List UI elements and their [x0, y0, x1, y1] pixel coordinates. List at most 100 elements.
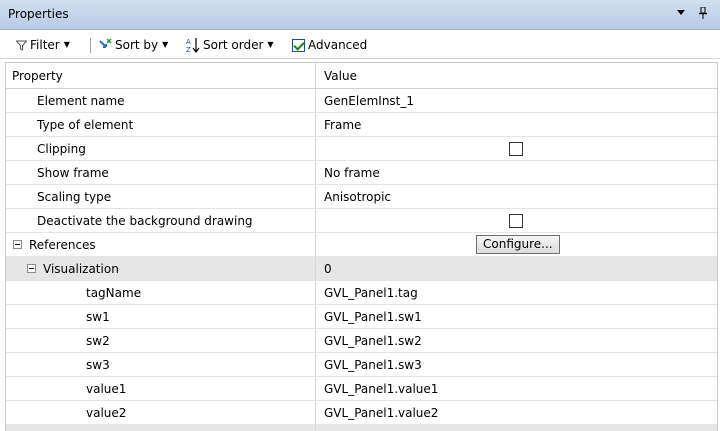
property-name-cell[interactable]: tagName: [6, 281, 316, 304]
property-name-cell[interactable]: sw1: [6, 305, 316, 328]
pushpin-icon: [699, 6, 707, 19]
property-name: tagName: [86, 285, 142, 300]
property-row[interactable]: sw2 GVL_Panel1.sw2: [6, 329, 717, 353]
chevron-down-icon: ▼: [162, 40, 169, 49]
panel-title: Properties: [8, 7, 69, 21]
property-row[interactable]: Visualization 0: [6, 257, 717, 281]
property-name: sw2: [86, 333, 110, 348]
property-value-cell[interactable]: GVL_Panel1.value2: [316, 401, 717, 424]
sort-order-dropdown-button[interactable]: A Z Sort order ▼: [186, 37, 274, 53]
property-value-cell[interactable]: GVL_Panel1.sw1: [316, 305, 717, 328]
property-value: Anisotropic: [324, 189, 392, 204]
property-value: GVL_Panel1.value2: [324, 405, 439, 420]
property-value-cell[interactable]: Frame: [316, 113, 717, 136]
property-column-label: Property: [12, 68, 63, 83]
property-value-cell[interactable]: GenElemInst_1: [316, 89, 717, 112]
sort-order-label: Sort order: [203, 38, 264, 52]
property-name: Deactivate the background drawing: [37, 213, 253, 228]
property-value-cell[interactable]: 0: [316, 257, 717, 280]
property-row[interactable]: Type of element Frame: [6, 113, 717, 137]
collapse-toggle-icon[interactable]: [13, 240, 22, 249]
window-position-dropdown-button[interactable]: [674, 7, 688, 21]
property-value-cell[interactable]: [316, 209, 717, 232]
property-name: sw3: [86, 357, 110, 372]
collapse-toggle-icon[interactable]: [27, 264, 36, 273]
property-name: sw1: [86, 309, 110, 324]
property-row[interactable]: sw3 GVL_Panel1.sw3: [6, 353, 717, 377]
property-name: Scaling type: [37, 189, 112, 204]
property-name: Element name: [37, 93, 125, 108]
property-value: GVL_Panel1.tag: [324, 285, 418, 300]
property-name-cell[interactable]: Type of element: [6, 113, 316, 136]
property-name-cell[interactable]: Deactivate the background drawing: [6, 209, 316, 232]
property-name: Type of element: [37, 117, 134, 132]
property-name-cell[interactable]: Position: [6, 425, 316, 431]
filter-dropdown-button[interactable]: Filter ▼: [16, 37, 70, 53]
property-name-cell[interactable]: value2: [6, 401, 316, 424]
property-name-cell[interactable]: References: [6, 233, 316, 256]
svg-text:Z: Z: [186, 46, 191, 53]
property-name-cell[interactable]: Show frame: [6, 161, 316, 184]
property-row[interactable]: value2 GVL_Panel1.value2: [6, 401, 717, 425]
property-value: No frame: [324, 165, 380, 180]
advanced-label: Advanced: [308, 38, 368, 52]
property-name-cell[interactable]: sw3: [6, 353, 316, 376]
funnel-icon: [16, 40, 27, 51]
property-value-cell[interactable]: Configure...: [316, 233, 717, 256]
property-row[interactable]: Element name GenElemInst_1: [6, 89, 717, 113]
property-value-cell[interactable]: [316, 137, 717, 160]
property-value-cell[interactable]: [316, 425, 717, 431]
value-column-header[interactable]: Value: [316, 63, 717, 88]
property-name: Clipping: [37, 141, 86, 156]
property-value-cell[interactable]: No frame: [316, 161, 717, 184]
value-checkbox[interactable]: [509, 214, 523, 228]
sort-by-label: Sort by: [115, 38, 159, 52]
property-row[interactable]: tagName GVL_Panel1.tag: [6, 281, 717, 305]
property-value-cell[interactable]: GVL_Panel1.tag: [316, 281, 717, 304]
svg-text:A: A: [186, 38, 191, 46]
property-name-cell[interactable]: sw2: [6, 329, 316, 352]
property-value-cell[interactable]: GVL_Panel1.sw2: [316, 329, 717, 352]
grid-header-row: Property Value: [6, 63, 717, 89]
property-row[interactable]: sw1 GVL_Panel1.sw1: [6, 305, 717, 329]
property-name: References: [29, 237, 96, 252]
property-name: Visualization: [43, 261, 119, 276]
filter-label: Filter: [30, 38, 60, 52]
advanced-toggle[interactable]: Advanced: [292, 37, 367, 53]
chevron-down-icon: ▼: [267, 40, 274, 49]
triangle-down-icon: [677, 10, 685, 15]
property-grid: Property Value Element name GenElemInst_1…: [5, 62, 718, 431]
property-value: GVL_Panel1.sw2: [324, 333, 422, 348]
pin-button[interactable]: [696, 6, 710, 21]
property-name-cell[interactable]: Element name: [6, 89, 316, 112]
advanced-checkbox[interactable]: [292, 38, 305, 52]
property-column-header[interactable]: Property: [6, 63, 316, 88]
property-value-cell[interactable]: GVL_Panel1.sw3: [316, 353, 717, 376]
property-row[interactable]: References Configure...: [6, 233, 717, 257]
property-name: value1: [86, 381, 127, 396]
sort-arrows-icon: [99, 38, 112, 48]
property-value: GenElemInst_1: [324, 93, 415, 108]
property-name-cell[interactable]: Visualization: [6, 257, 316, 280]
chevron-down-icon: ▼: [63, 40, 70, 49]
property-value: 0: [324, 261, 332, 276]
properties-toolbar: Filter ▼ Sort by ▼ A Z Sort order ▼ Adva…: [0, 31, 720, 59]
property-row[interactable]: Scaling type Anisotropic: [6, 185, 717, 209]
property-name-cell[interactable]: Clipping: [6, 137, 316, 160]
property-value: GVL_Panel1.value1: [324, 381, 439, 396]
property-value: GVL_Panel1.sw3: [324, 357, 422, 372]
property-value-cell[interactable]: Anisotropic: [316, 185, 717, 208]
sort-by-dropdown-button[interactable]: Sort by ▼: [98, 37, 168, 53]
property-row[interactable]: Clipping: [6, 137, 717, 161]
value-checkbox[interactable]: [509, 142, 523, 156]
property-name-cell[interactable]: Scaling type: [6, 185, 316, 208]
property-name-cell[interactable]: value1: [6, 377, 316, 400]
property-row[interactable]: value1 GVL_Panel1.value1: [6, 377, 717, 401]
property-row[interactable]: Show frame No frame: [6, 161, 717, 185]
properties-panel: Properties Filter ▼ Sort by ▼ A Z Sort o…: [0, 0, 720, 431]
property-value-cell[interactable]: GVL_Panel1.value1: [316, 377, 717, 400]
configure-button[interactable]: Configure...: [476, 235, 560, 254]
property-row[interactable]: Position: [6, 425, 717, 431]
panel-title-bar: Properties: [0, 0, 720, 30]
property-row[interactable]: Deactivate the background drawing: [6, 209, 717, 233]
